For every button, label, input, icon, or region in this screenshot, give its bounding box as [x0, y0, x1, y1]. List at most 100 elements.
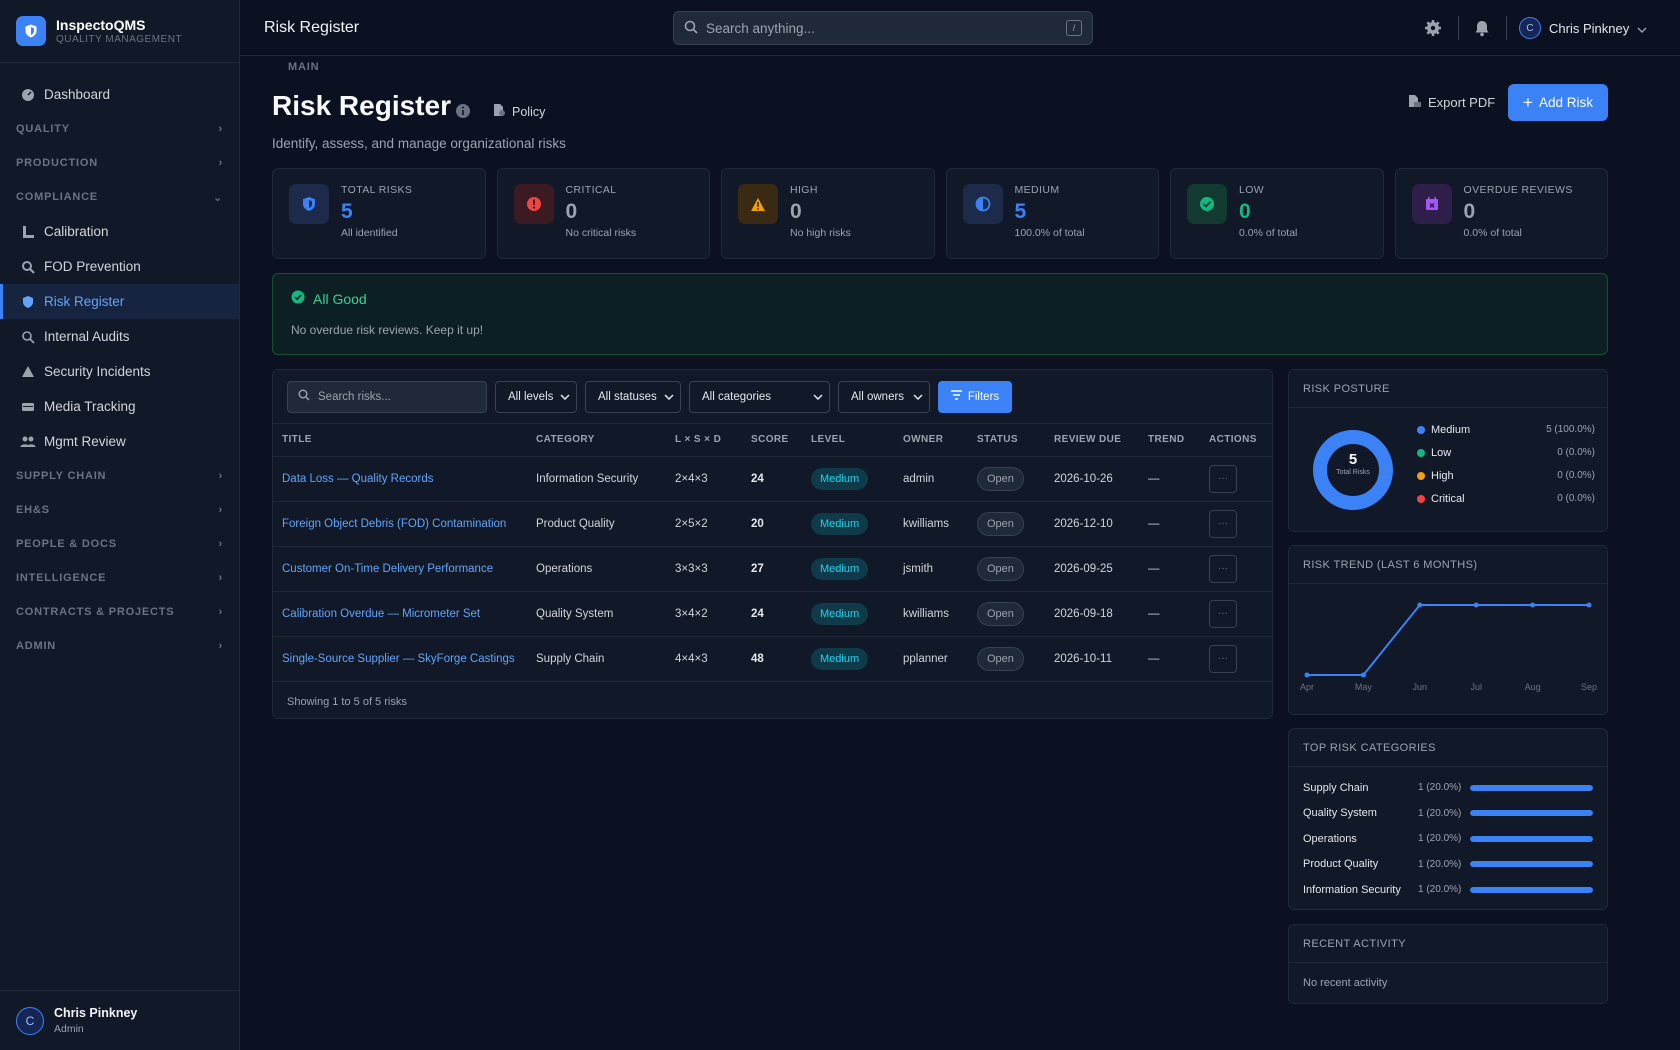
row-actions-button[interactable]: ··· [1209, 554, 1237, 583]
category-filter-select[interactable]: All categories [689, 380, 830, 413]
document-icon [492, 103, 506, 120]
nav-section-label: EH&S [16, 504, 50, 516]
risk-title-link[interactable]: Data Loss — Quality Records [273, 456, 527, 502]
risk-status-cell: Open [968, 546, 1045, 592]
risk-lsd: 3×4×2 [666, 591, 742, 637]
legend-value: 0 (0.0%) [1557, 493, 1595, 504]
table-row[interactable]: Calibration Overdue — Micrometer Set Qua… [273, 591, 1272, 637]
policy-link[interactable]: Policy [492, 103, 545, 120]
nav-section-people-docs[interactable]: PEOPLE & DOCS › [0, 527, 239, 561]
nav-section-supply-chain[interactable]: SUPPLY CHAIN › [0, 459, 239, 493]
row-actions-button[interactable]: ··· [1209, 599, 1237, 628]
global-search[interactable]: / [673, 11, 1093, 45]
category-row: Information Security 1 (20.0%) [1289, 877, 1607, 903]
risk-level-cell: Medium [802, 501, 894, 547]
sidebar-item-fod-prevention[interactable]: FOD Prevention [0, 249, 239, 284]
col-review-due[interactable]: REVIEW DUE [1045, 424, 1139, 457]
sidebar-item-risk-register[interactable]: Risk Register [0, 284, 239, 319]
category-name: Quality System [1303, 807, 1377, 820]
row-actions-button[interactable]: ··· [1209, 509, 1237, 538]
sidebar-item-security-incidents[interactable]: Security Incidents [0, 354, 239, 389]
sidebar-item-internal-audits[interactable]: Internal Audits [0, 319, 239, 354]
owner-filter-select[interactable]: All owners [838, 380, 930, 413]
sidebar-user[interactable]: C Chris Pinkney Admin [0, 990, 240, 1050]
export-pdf-button[interactable]: Export PDF [1408, 94, 1495, 111]
topbar: Risk Register / C Chris Pinkney [240, 0, 1680, 56]
risk-title-link[interactable]: Calibration Overdue — Micrometer Set [273, 591, 527, 637]
nav-section-contracts[interactable]: CONTRACTS & PROJECTS › [0, 595, 239, 629]
user-name: Chris Pinkney [54, 1006, 138, 1020]
user-menu[interactable]: C Chris Pinkney [1519, 14, 1647, 42]
trend-point [1304, 672, 1310, 678]
risk-title-link[interactable]: Foreign Object Debris (FOD) Contaminatio… [273, 501, 527, 547]
risk-owner: jsmith [894, 546, 968, 592]
risk-lsd: 2×4×3 [666, 456, 742, 502]
row-actions-button[interactable]: ··· [1209, 644, 1237, 673]
sidebar-item-dashboard[interactable]: Dashboard [0, 77, 239, 112]
risk-level-cell: Medium [802, 546, 894, 592]
sidebar-item-mgmt-review[interactable]: Mgmt Review [0, 424, 239, 459]
nav-section-main: MAIN [272, 56, 1608, 78]
risk-status-cell: Open [968, 636, 1045, 682]
sidebar-item-calibration[interactable]: Calibration [0, 214, 239, 249]
search-input[interactable] [706, 20, 1066, 36]
bell-icon[interactable] [1472, 18, 1492, 38]
nav-section-production[interactable]: PRODUCTION › [0, 146, 239, 180]
posture-legend: Medium 5 (100.0%) Low 0 (0.0%) High 0 (0.0%… [1417, 418, 1595, 510]
sidebar-item-label: Dashboard [44, 87, 111, 102]
chevron-right-icon: › [218, 606, 223, 618]
trend-point [1530, 602, 1536, 608]
status-filter-select[interactable]: All statuses [585, 380, 681, 413]
table-row[interactable]: Foreign Object Debris (FOD) Contaminatio… [273, 501, 1272, 547]
sidebar-item-media-tracking[interactable]: Media Tracking [0, 389, 239, 424]
level-filter-select[interactable]: All levels [495, 380, 577, 413]
top-categories-panel: TOP RISK CATEGORIES Supply Chain 1 (20.0%… [1288, 728, 1608, 910]
gear-icon[interactable] [1423, 18, 1443, 38]
nav-section-ehs[interactable]: EH&S › [0, 493, 239, 527]
sidebar-nav: MAIN Dashboard QUALITY › PRODUCTION › COMP… [0, 61, 319, 663]
risk-table-card: All levels All statuses All categories A… [272, 369, 1273, 719]
col-owner[interactable]: OWNER [894, 424, 968, 457]
col-score[interactable]: SCORE [742, 424, 802, 457]
panel-title: RISK TREND (LAST 6 MONTHS) [1289, 546, 1607, 584]
nav-section-label: ADMIN [16, 640, 57, 652]
stat-label: CRITICAL [565, 184, 617, 196]
table-row[interactable]: Customer On-Time Delivery Performance Op… [273, 546, 1272, 592]
sidebar-item-label: Internal Audits [44, 329, 130, 344]
table-row[interactable]: Data Loss — Quality Records Information … [273, 456, 1272, 502]
risk-search-input[interactable] [318, 390, 468, 403]
nav-section-admin[interactable]: ADMIN › [0, 629, 239, 663]
stat-overdue-reviews: OVERDUE REVIEWS 0 0.0% of total [1394, 168, 1608, 259]
nav-section-compliance[interactable]: COMPLIANCE ⌄ [0, 180, 239, 214]
risk-score: 48 [742, 636, 802, 682]
nav-section-quality[interactable]: QUALITY › [0, 112, 239, 146]
brand[interactable]: InspectoQMS QUALITY MANAGEMENT [0, 0, 239, 63]
risk-actions-cell: ··· [1200, 456, 1272, 502]
col-lsd[interactable]: L × S × D [666, 424, 742, 457]
risk-title-link[interactable]: Customer On-Time Delivery Performance [273, 546, 527, 592]
brand-subtitle: QUALITY MANAGEMENT [56, 34, 183, 45]
col-title[interactable]: TITLE [273, 424, 527, 457]
x-tick-label: May [1355, 682, 1373, 692]
table-row[interactable]: Single-Source Supplier — SkyForge Castin… [273, 636, 1272, 682]
risk-search[interactable] [287, 380, 487, 413]
chevron-down-icon: ⌄ [212, 191, 223, 204]
row-actions-button[interactable]: ··· [1209, 464, 1237, 493]
category-bar [1470, 835, 1593, 842]
add-risk-button[interactable]: + Add Risk [1508, 84, 1608, 121]
trend-point [1417, 602, 1423, 608]
nav-section-intelligence[interactable]: INTELLIGENCE › [0, 561, 239, 595]
filters-button[interactable]: Filters [938, 380, 1012, 413]
col-category[interactable]: CATEGORY [527, 424, 666, 457]
col-level[interactable]: LEVEL [802, 424, 894, 457]
dashboard-icon [20, 87, 36, 103]
nav-section-label: CONTRACTS & PROJECTS [16, 606, 175, 618]
chevron-right-icon: › [218, 157, 223, 169]
stat-label: MEDIUM [1014, 184, 1060, 196]
info-icon[interactable] [455, 103, 471, 122]
col-status[interactable]: STATUS [968, 424, 1045, 457]
more-horizontal-icon: ··· [1218, 653, 1228, 664]
stat-sub: All identified [341, 227, 398, 239]
recent-activity-panel: RECENT ACTIVITY No recent activity [1288, 924, 1608, 1004]
risk-title-link[interactable]: Single-Source Supplier — SkyForge Castin… [273, 636, 527, 682]
